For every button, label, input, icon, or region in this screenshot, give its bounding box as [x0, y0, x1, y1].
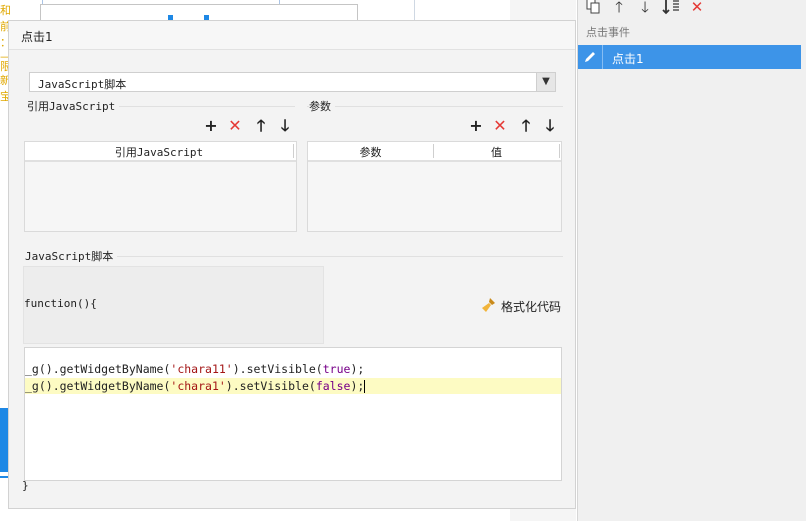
event-panel: 🡑 🡓 ✕ 点击事件 点击1 — [577, 0, 806, 521]
ref-table-column[interactable]: 引用JavaScript — [25, 144, 293, 160]
code-line[interactable]: _g().getWidgetByName('chara11').setVisib… — [25, 361, 364, 377]
copy-icon[interactable] — [584, 0, 602, 16]
params-section-divider — [307, 106, 563, 107]
bg-column: 和 前 ： — 限 新 宝 — [0, 0, 11, 521]
event-item[interactable]: 点击1 — [578, 45, 801, 69]
event-toolbar: 🡑 🡓 ✕ — [578, 0, 806, 16]
bg-divider — [414, 0, 415, 20]
format-code-label: 格式化代码 — [501, 300, 562, 314]
params-column-value[interactable]: 值 — [434, 144, 559, 160]
code-text: ).setVisible( — [225, 379, 316, 393]
params-table-header: 参数 值 — [308, 142, 561, 162]
script-type-value: JavaScript脚本 — [38, 78, 127, 91]
code-text: _g().getWidgetByName( — [25, 379, 171, 393]
chevron-down-icon[interactable]: ▼ — [536, 73, 555, 91]
code-line-active[interactable]: _g().getWidgetByName('chara1').setVisibl… — [25, 378, 561, 394]
params-column-name[interactable]: 参数 — [308, 144, 433, 160]
event-item-label: 点击1 — [612, 52, 644, 66]
ref-section-label: 引用JavaScript — [27, 98, 120, 114]
move-to-bottom-icon[interactable] — [662, 0, 680, 16]
edit-icon[interactable] — [578, 45, 603, 69]
code-keyword: false — [315, 379, 351, 393]
code-string: 'chara1' — [170, 379, 226, 393]
function-header: function(){ — [24, 297, 97, 310]
code-text: ); — [350, 379, 365, 393]
code-text: ); — [350, 362, 365, 376]
add-ref-button[interactable]: + — [203, 118, 219, 134]
delete-param-button[interactable]: ✕ — [492, 118, 508, 134]
column-separator — [293, 144, 294, 158]
ref-table-header: 引用JavaScript — [25, 142, 296, 162]
text-caret — [364, 380, 366, 393]
delete-ref-button[interactable]: ✕ — [227, 118, 243, 134]
event-list-header: 点击事件 — [586, 26, 630, 39]
dialog-title: 点击1 — [21, 30, 53, 44]
move-param-up-button[interactable]: 🡑 — [518, 118, 534, 134]
add-param-button[interactable]: + — [468, 118, 484, 134]
code-keyword: true — [322, 362, 351, 376]
bg-blue-block — [0, 408, 8, 472]
closing-brace: } — [22, 479, 29, 492]
dialog-titlebar: 点击1 — [9, 21, 575, 50]
code-text: _g().getWidgetByName( — [25, 362, 171, 376]
params-table[interactable]: 参数 值 — [307, 141, 562, 232]
params-section-label: 参数 — [309, 98, 335, 114]
arrow-up-icon[interactable]: 🡑 — [610, 0, 628, 16]
broom-icon — [481, 297, 497, 316]
event-dialog: 点击1 JavaScript脚本 ▼ 引用JavaScript 参数 + ✕ 🡑… — [8, 20, 576, 509]
bg-yellow-char: 和 — [0, 4, 11, 17]
bg-blue-line — [0, 476, 8, 478]
script-section-label: JavaScript脚本 — [25, 248, 118, 264]
ref-js-table[interactable]: 引用JavaScript — [24, 141, 297, 232]
script-type-select[interactable]: JavaScript脚本 ▼ — [29, 72, 556, 92]
code-string: 'chara11' — [170, 362, 233, 376]
arrow-down-icon[interactable]: 🡓 — [636, 0, 654, 16]
move-param-down-button[interactable]: 🡓 — [542, 118, 558, 134]
code-text: ).setVisible( — [232, 362, 323, 376]
delete-icon[interactable]: ✕ — [688, 0, 706, 16]
move-ref-up-button[interactable]: 🡑 — [253, 118, 269, 134]
move-ref-down-button[interactable]: 🡓 — [277, 118, 293, 134]
column-separator — [559, 144, 560, 158]
code-editor[interactable]: _g().getWidgetByName('chara11').setVisib… — [24, 347, 562, 481]
bg-frame — [40, 4, 358, 21]
